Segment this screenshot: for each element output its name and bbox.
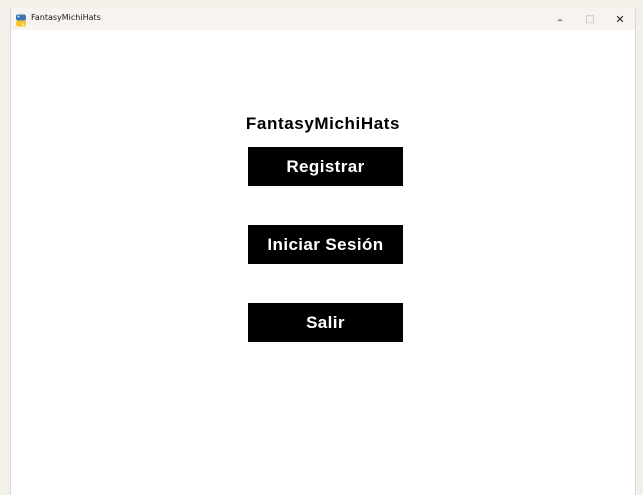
- minimize-icon: –: [557, 12, 563, 26]
- login-button-label: Iniciar Sesión: [267, 234, 384, 254]
- close-button[interactable]: ✕: [605, 8, 635, 30]
- exit-button[interactable]: Salir: [248, 303, 403, 342]
- register-button[interactable]: Registrar: [248, 147, 403, 186]
- login-button[interactable]: Iniciar Sesión: [248, 225, 403, 264]
- close-icon: ✕: [615, 12, 625, 26]
- maximize-icon: □: [585, 13, 595, 25]
- register-button-label: Registrar: [286, 156, 365, 176]
- main-content: FantasyMichiHats Registrar Iniciar Sesió…: [11, 30, 635, 495]
- maximize-button[interactable]: □: [575, 8, 605, 30]
- minimize-button[interactable]: –: [545, 8, 575, 30]
- page-title: FantasyMichiHats: [245, 114, 401, 133]
- python-icon: [15, 12, 27, 27]
- title-bar[interactable]: FantasyMichiHats – □ ✕: [11, 8, 635, 30]
- exit-button-label: Salir: [306, 312, 345, 332]
- window-title: FantasyMichiHats: [31, 13, 101, 22]
- app-window: FantasyMichiHats – □ ✕ FantasyMichiHats …: [10, 8, 636, 495]
